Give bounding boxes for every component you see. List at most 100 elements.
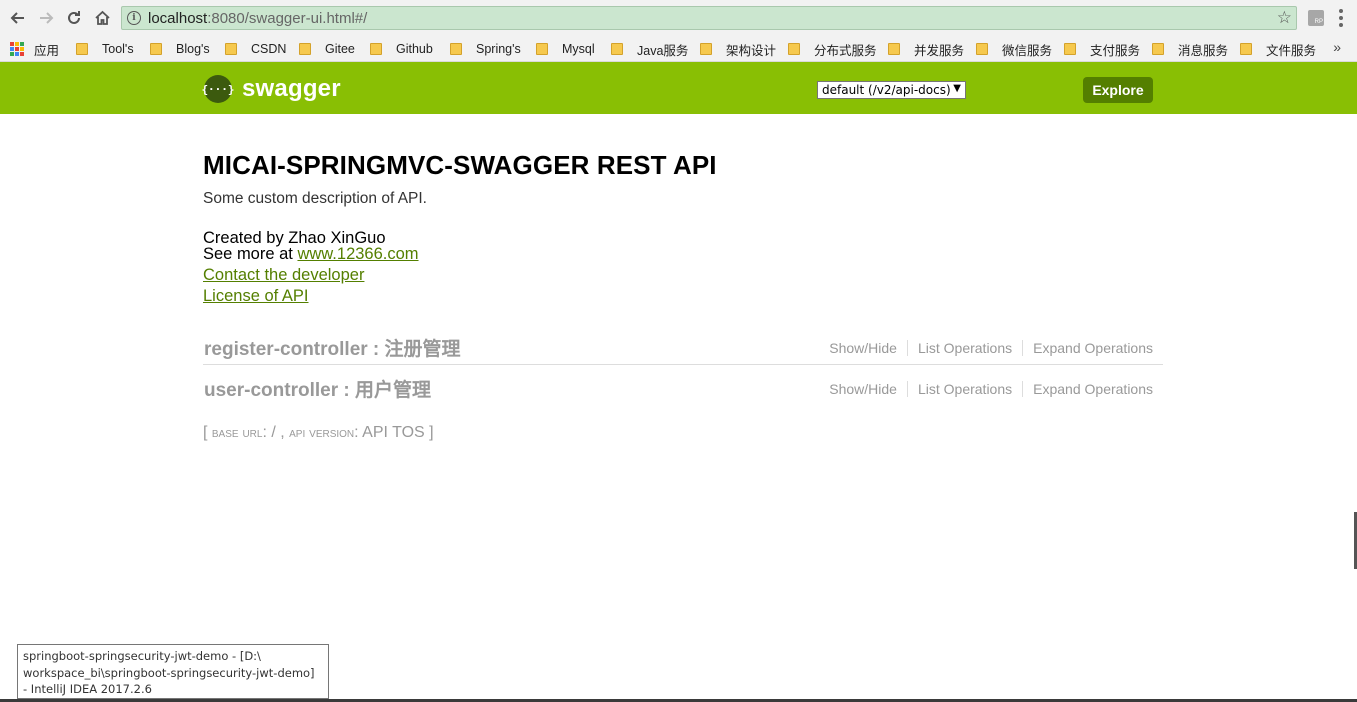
dropdown-arrow-icon: ▼ (953, 83, 961, 94)
address-bar[interactable]: i localhost:8080/swagger-ui.html#/ ☆ (121, 6, 1297, 30)
bookmark-folder[interactable]: Gitee (299, 40, 355, 58)
bookmark-folder[interactable]: Blog's (150, 40, 210, 58)
reload-icon[interactable] (63, 7, 85, 29)
folder-icon (76, 43, 88, 55)
folder-icon (225, 43, 237, 55)
bookmark-label: CSDN (251, 42, 287, 56)
address-url: localhost:8080/swagger-ui.html#/ (148, 9, 368, 27)
bookmark-folder[interactable]: Github (370, 40, 433, 58)
divider (906, 340, 908, 356)
bookmark-label: 并发服务 (914, 43, 965, 58)
show-hide-link[interactable]: Show/Hide (829, 381, 897, 397)
folder-icon (1064, 43, 1076, 55)
api-version-value: : API TOS (354, 424, 430, 441)
folder-icon (450, 43, 462, 55)
base-url-value: : / , (262, 424, 290, 441)
folder-icon (536, 43, 548, 55)
bookmark-apps[interactable]: 应用 (10, 40, 59, 58)
divider (1022, 340, 1024, 356)
bracket: [ (203, 424, 212, 441)
folder-icon (700, 43, 712, 55)
bookmark-folder[interactable]: CSDN (225, 40, 286, 58)
resource-operations: Show/Hide List Operations Expand Operati… (829, 381, 1153, 397)
bookmark-label: 架构设计 (726, 43, 777, 58)
api-description: Some custom description of API. (203, 190, 427, 207)
folder-icon (788, 43, 800, 55)
resource-user-controller: user-controller : 用户管理 Show/Hide List Op… (203, 369, 1163, 409)
bookmark-folder[interactable]: 消息服务 (1152, 40, 1228, 58)
apps-grid-icon (10, 42, 24, 56)
divider (906, 381, 908, 397)
forward-arrow-icon[interactable] (35, 7, 57, 29)
bookmark-label: 分布式服务 (814, 43, 877, 58)
resource-name[interactable]: user-controller : 用户管理 (204, 375, 431, 402)
expand-operations-link[interactable]: Expand Operations (1033, 381, 1153, 397)
bookmark-label: Github (396, 42, 433, 56)
bookmark-label: Blog's (176, 42, 210, 56)
folder-icon (976, 43, 988, 55)
folder-icon (370, 43, 382, 55)
bookmark-label: 文件服务 (1266, 43, 1317, 58)
list-operations-link[interactable]: List Operations (918, 340, 1012, 356)
home-icon[interactable] (91, 7, 113, 29)
browser-toolbar: i localhost:8080/swagger-ui.html#/ ☆ RP (0, 0, 1357, 36)
bookmarks-bar: 应用 Tool's Blog's CSDN Gitee Github Sprin… (0, 36, 1357, 62)
api-version-label: api version (289, 424, 355, 440)
bookmark-folder[interactable]: 微信服务 (976, 40, 1052, 58)
show-hide-link[interactable]: Show/Hide (829, 340, 897, 356)
bookmark-label: 消息服务 (1178, 43, 1229, 58)
extension-icon[interactable]: RP (1308, 10, 1324, 26)
bookmark-star-icon[interactable]: ☆ (1277, 8, 1292, 28)
api-docs-select-value: default (/v2/api-docs) (822, 83, 951, 97)
bookmark-folder[interactable]: 并发服务 (888, 40, 964, 58)
swagger-logo-text: swagger (242, 75, 341, 102)
see-more: See more at www.12366.com (203, 245, 419, 264)
bookmark-label: Spring's (476, 42, 521, 56)
tooltip-line: - IntelliJ IDEA 2017.2.6 (23, 682, 152, 696)
folder-icon (150, 43, 162, 55)
folder-icon (299, 43, 311, 55)
divider (1022, 381, 1024, 397)
resource-operations: Show/Hide List Operations Expand Operati… (829, 340, 1153, 356)
api-docs-select[interactable]: default (/v2/api-docs) ▼ (817, 81, 966, 99)
bookmark-folder[interactable]: Mysql (536, 40, 595, 58)
swagger-logo-icon: {···} (201, 75, 235, 103)
bookmark-folder[interactable]: Tool's (76, 40, 134, 58)
explore-button[interactable]: Explore (1083, 77, 1153, 103)
bookmark-folder[interactable]: 文件服务 (1240, 40, 1316, 58)
swagger-header: {···} swagger default (/v2/api-docs) ▼ (0, 62, 1357, 114)
bookmarks-more-chevron-icon[interactable]: » (1333, 39, 1341, 55)
tooltip-line: springboot-springsecurity-jwt-demo - [D:… (23, 649, 261, 663)
taskbar-tooltip: springboot-springsecurity-jwt-demo - [D:… (17, 644, 329, 699)
swagger-logo[interactable]: {···} swagger (201, 75, 341, 103)
folder-icon (1152, 43, 1164, 55)
contact-developer-link[interactable]: Contact the developer (203, 266, 364, 285)
expand-operations-link[interactable]: Expand Operations (1033, 340, 1153, 356)
bookmark-label: Mysql (562, 42, 595, 56)
bookmark-label: Java服务 (637, 43, 689, 58)
back-arrow-icon[interactable] (7, 7, 29, 29)
bookmark-label: 支付服务 (1090, 43, 1141, 58)
browser-menu-icon[interactable] (1338, 8, 1344, 28)
folder-icon (888, 43, 900, 55)
bookmark-label: 微信服务 (1002, 43, 1053, 58)
resource-divider (203, 364, 1163, 365)
see-more-prefix: See more at (203, 245, 298, 263)
bookmark-folder[interactable]: 支付服务 (1064, 40, 1140, 58)
bookmark-folder[interactable]: 分布式服务 (788, 40, 877, 58)
info-icon[interactable]: i (127, 11, 141, 25)
list-operations-link[interactable]: List Operations (918, 381, 1012, 397)
license-link[interactable]: License of API (203, 287, 309, 306)
folder-icon (1240, 43, 1252, 55)
folder-icon (611, 43, 623, 55)
bookmark-label: Gitee (325, 42, 355, 56)
bookmark-folder[interactable]: Java服务 (611, 40, 688, 58)
see-more-link[interactable]: www.12366.com (297, 245, 418, 263)
resource-name[interactable]: register-controller : 注册管理 (204, 334, 461, 361)
bracket: ] (429, 424, 434, 441)
bookmark-folder[interactable]: Spring's (450, 40, 521, 58)
resource-register-controller: register-controller : 注册管理 Show/Hide Lis… (203, 328, 1163, 368)
bookmark-folder[interactable]: 架构设计 (700, 40, 776, 58)
base-url-label: base url (211, 424, 263, 440)
page-title: MICAI-SPRINGMVC-SWAGGER REST API (203, 150, 717, 180)
